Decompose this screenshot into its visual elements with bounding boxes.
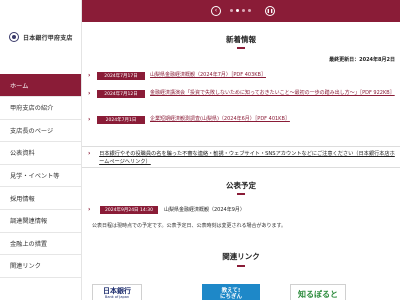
fraud-notice-link[interactable]: 日本銀行やその役職員の名を騙った不審な連絡・勧誘・ウェブサイト・SNSアカウント… (99, 150, 396, 167)
schedule-title-underline (237, 193, 245, 195)
news-item: › 2024年7月1日 企業短期経済観測調査(山梨県)（2024年6月）［PDF… (88, 115, 394, 124)
chevron-right-icon: › (88, 72, 91, 79)
schedule-title: 公表予定 (226, 181, 256, 190)
news-item: › 2024年7月17日 山梨県金融経済概観（2024年7月）［PDF 403K… (88, 71, 394, 80)
chevron-right-icon: › (88, 116, 91, 123)
sidebar-item-tours-events[interactable]: 見学・イベント等 (0, 165, 81, 188)
slider-dots (230, 9, 251, 12)
sidebar-item-branch-intro[interactable]: 甲府支店の紹介 (0, 97, 81, 120)
sidebar-item-home[interactable]: ホーム (0, 74, 81, 97)
last-updated-value: 2024年8月2日 (359, 57, 395, 63)
sidebar-item-financial-measures[interactable]: 金融上の措置 (0, 233, 81, 256)
sidebar-item-procurement[interactable]: 調達関連情報 (0, 210, 81, 233)
news-date-badge: 2024年7月17日 (97, 72, 145, 80)
news-title: 新着情報 (226, 35, 256, 44)
kids-banner-line2: にちぎん (219, 294, 242, 300)
sidebar-item-publications[interactable]: 公表資料 (0, 142, 81, 165)
schedule-item: › 2024年9月24日 14:30 山梨県金融経済概観（2024年9月） (88, 205, 245, 214)
news-date-badge: 2024年7月1日 (97, 116, 145, 124)
boj-emblem-icon (9, 32, 19, 42)
news-link[interactable]: 企業短期経済観測調査(山梨県)（2024年6月）［PDF 401KB］ (150, 115, 394, 123)
sidebar-nav: ホーム 甲府支店の紹介 支店長のページ 公表資料 見学・イベント等 採用情報 調… (0, 74, 81, 278)
schedule-note: 公表日程は現時点での予定です。公表予定日、公表時刻は変更される場合があります。 (92, 223, 287, 229)
boj-banner-link[interactable]: 日本銀行 Bank of Japan (92, 284, 142, 300)
sidebar-item-recruitment[interactable]: 採用情報 (0, 187, 81, 210)
slider-bar: ‹ ❚❚ (82, 0, 400, 22)
related-links-banners: 日本銀行 Bank of Japan 教えて! にちぎん 知るぽると (82, 284, 400, 300)
fraud-notice: › 日本銀行やその役職員の名を騙った不審な連絡・勧誘・ウェブサイト・SNSアカウ… (82, 146, 400, 168)
slider-dot-active[interactable] (236, 9, 239, 12)
slider-dot[interactable] (248, 9, 251, 12)
chevron-right-icon: › (88, 150, 91, 157)
schedule-date-badge: 2024年9月24日 14:30 (100, 205, 158, 214)
news-link[interactable]: 金融経済講演会「投資で失敗しないために知っておきたいこと〜最初の一歩の踏み出し方… (150, 89, 395, 97)
slider-pause-icon[interactable]: ❚❚ (265, 6, 275, 16)
links-title: 関連リンク (222, 252, 260, 261)
news-title-underline (237, 47, 245, 49)
sidebar: 日本銀行甲府支店 ホーム 甲府支店の紹介 支店長のページ 公表資料 見学・イベン… (0, 0, 82, 300)
shiruporuto-banner-link[interactable]: 知るぽると (290, 284, 346, 300)
links-title-underline (237, 265, 245, 267)
kids-banner-link[interactable]: 教えて! にちぎん (202, 284, 260, 300)
sidebar-item-related-links[interactable]: 関連リンク (0, 255, 81, 278)
chevron-right-icon: › (88, 206, 91, 213)
slider-prev-icon[interactable]: ‹ (211, 6, 221, 16)
schedule-text: 山梨県金融経済概観（2024年9月） (164, 207, 245, 213)
last-updated: 最終更新日：2024年8月2日 (329, 56, 395, 63)
logo-text: 日本銀行甲府支店 (23, 34, 73, 42)
chevron-right-icon: › (88, 90, 91, 97)
site-logo[interactable]: 日本銀行甲府支店 (0, 0, 81, 74)
news-date-badge: 2024年7月12日 (97, 90, 145, 98)
news-link[interactable]: 山梨県金融経済概観（2024年7月）［PDF 403KB］ (150, 71, 394, 79)
sidebar-item-manager-page[interactable]: 支店長のページ (0, 120, 81, 143)
boj-banner-sub: Bank of Japan (104, 295, 130, 299)
news-item: › 2024年7月12日 金融経済講演会「投資で失敗しないために知っておきたいこ… (88, 89, 395, 98)
slider-dot[interactable] (242, 9, 245, 12)
main-content: 新着情報 最終更新日：2024年8月2日 › 2024年7月17日 山梨県金融経… (82, 22, 400, 300)
slider-dot[interactable] (230, 9, 233, 12)
last-updated-label: 最終更新日： (329, 57, 360, 63)
